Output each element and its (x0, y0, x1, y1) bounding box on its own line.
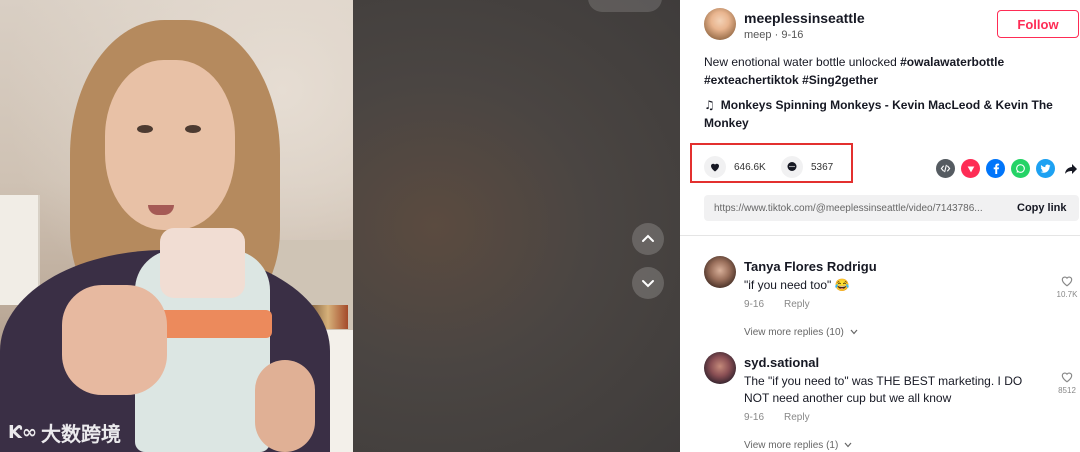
commenter-name[interactable]: syd.sational (744, 355, 819, 370)
comment-date: 9-16 (744, 412, 765, 423)
embed-icon[interactable] (936, 159, 955, 178)
author-username[interactable]: meeplessinseattle (744, 10, 865, 26)
video-person-hand (62, 285, 167, 395)
video-bottle-cap (160, 228, 245, 298)
more-options-button[interactable] (588, 0, 662, 12)
author-avatar[interactable] (704, 8, 736, 40)
hashtag-link[interactable]: #exteachertiktok (704, 73, 799, 87)
author-nickname: meep (744, 29, 772, 41)
heart-outline-icon (1061, 372, 1073, 383)
copy-link-button[interactable]: Copy link (1017, 202, 1067, 214)
video-person-hand (255, 360, 315, 452)
video-link-field[interactable]: https://www.tiktok.com/@meeplessinseattl… (704, 195, 1079, 221)
description-text: New enotional water bottle unlocked (704, 55, 901, 69)
comment-text: The "if you need to" was THE BEST market… (744, 374, 1023, 405)
comment-like-count: 10.7K (1056, 290, 1078, 299)
author-subtitle: meep · 9-16 (744, 29, 803, 41)
view-replies-button[interactable]: View more replies (1) (744, 440, 852, 451)
like-button[interactable]: 646.6K (704, 156, 766, 178)
heart-icon (704, 156, 726, 178)
comment-button[interactable]: 5367 (781, 156, 833, 178)
reply-button[interactable]: Reply (784, 412, 810, 423)
tiktok-video-page: Ƙ∞ 大数跨境 meeplessinseattle meep · 9-16 Fo… (0, 0, 1080, 452)
comment-count: 5367 (811, 161, 834, 173)
comment-meta: 9-16 Reply (744, 412, 810, 423)
video-url[interactable]: https://www.tiktok.com/@meeplessinseattl… (714, 203, 1009, 214)
music-link[interactable]: ♫ Monkeys Spinning Monkeys - Kevin MacLeo… (704, 96, 1060, 132)
reply-button[interactable]: Reply (784, 299, 810, 310)
share-row (936, 159, 1080, 178)
video-person-eye (137, 125, 153, 133)
video-person-eye (185, 125, 201, 133)
tiktok-friends-icon[interactable] (961, 159, 980, 178)
twitter-icon[interactable] (1036, 159, 1055, 178)
comment-like-button[interactable]: 10.7K (1052, 274, 1080, 299)
heart-outline-icon (1061, 276, 1073, 287)
commenter-avatar[interactable] (704, 256, 736, 288)
commenter-name[interactable]: Tanya Flores Rodrigu (744, 259, 877, 274)
like-count: 646.6K (734, 161, 766, 173)
chevron-down-icon (850, 329, 858, 335)
hashtag-link[interactable]: #Sing2gether (802, 73, 878, 87)
watermark: Ƙ∞ 大数跨境 (8, 418, 121, 447)
previous-video-button[interactable] (632, 223, 664, 255)
post-date: 9-16 (781, 29, 804, 41)
comment-like-count: 8512 (1058, 386, 1076, 395)
share-arrow-icon[interactable] (1061, 159, 1080, 178)
comment-meta: 9-16 Reply (744, 299, 810, 310)
view-replies-label: View more replies (10) (744, 327, 844, 338)
chevron-up-icon (642, 234, 654, 242)
video-description: New enotional water bottle unlocked #owa… (704, 53, 1044, 89)
chevron-down-icon (844, 442, 852, 448)
commenter-avatar[interactable] (704, 352, 736, 384)
next-video-button[interactable] (632, 267, 664, 299)
comment-date: 9-16 (744, 299, 765, 310)
watermark-logo-icon: Ƙ∞ (8, 422, 37, 443)
view-replies-button[interactable]: View more replies (10) (744, 327, 858, 338)
music-note-icon: ♫ (704, 98, 715, 112)
watermark-text: 大数跨境 (40, 424, 121, 446)
facebook-icon[interactable] (986, 159, 1005, 178)
video-player[interactable]: Ƙ∞ 大数跨境 (0, 0, 680, 452)
hashtag-link[interactable]: #owalawaterbottle (900, 55, 1004, 69)
video-blurred-background (353, 0, 680, 452)
video-frame[interactable]: Ƙ∞ 大数跨境 (0, 0, 353, 452)
comment-icon (781, 156, 803, 178)
chevron-down-icon (642, 280, 654, 288)
video-details-panel: meeplessinseattle meep · 9-16 Follow New… (680, 0, 1080, 452)
view-replies-label: View more replies (1) (744, 440, 839, 451)
music-title: Monkeys Spinning Monkeys - Kevin MacLeod… (704, 98, 1053, 130)
follow-button[interactable]: Follow (997, 10, 1079, 38)
comment-text: "if you need too" 😂 (744, 278, 850, 292)
comment-like-button[interactable]: 8512 (1052, 370, 1080, 395)
whatsapp-icon[interactable] (1011, 159, 1030, 178)
divider (680, 235, 1080, 236)
